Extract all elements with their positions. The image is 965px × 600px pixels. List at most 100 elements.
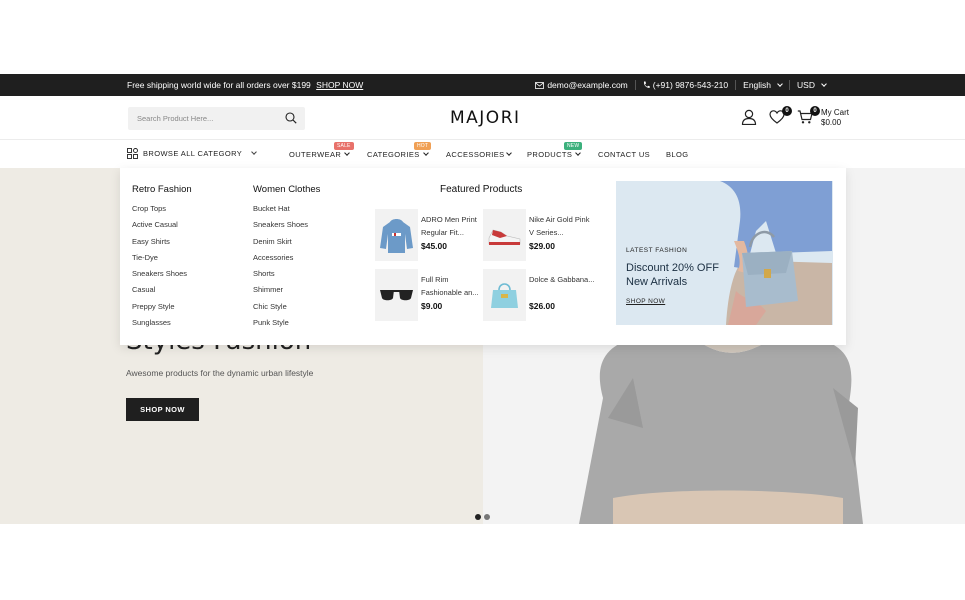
menu-link[interactable]: Denim Skirt xyxy=(253,237,320,253)
browse-category-button[interactable]: BROWSE ALL CATEGORY xyxy=(127,148,257,159)
menu-link[interactable]: Tie-Dye xyxy=(132,253,192,269)
nav-label: CONTACT US xyxy=(598,150,651,159)
shipping-text: Free shipping world wide for all orders … xyxy=(127,80,311,90)
chevron-down-icon xyxy=(505,150,512,156)
grid-icon xyxy=(127,148,138,159)
currency-selector[interactable]: USD xyxy=(789,80,833,90)
menu-link[interactable]: Sneakers Shoes xyxy=(253,220,320,236)
nav-label: CATEGORIES xyxy=(367,150,420,159)
shipping-notice: Free shipping world wide for all orders … xyxy=(127,80,363,90)
nav-blog[interactable]: BLOG xyxy=(666,150,688,159)
product-price: $29.00 xyxy=(529,241,555,251)
main-nav: BROWSE ALL CATEGORY OUTERWEAR SALE CATEG… xyxy=(0,141,965,168)
slider-dot[interactable] xyxy=(484,514,490,520)
phone-text: (+91) 9876-543-210 xyxy=(652,80,729,90)
column-heading: Retro Fashion xyxy=(132,184,192,195)
menu-link[interactable]: Bucket Hat xyxy=(253,204,320,220)
header-actions: 0 0 My Cart $0.00 xyxy=(741,106,849,128)
menu-link[interactable]: Preppy Style xyxy=(132,302,192,318)
search-icon[interactable] xyxy=(285,112,297,124)
account-button[interactable] xyxy=(741,109,759,127)
hot-badge: HOT xyxy=(414,142,432,150)
search-input[interactable] xyxy=(128,107,278,130)
phone-icon xyxy=(643,81,650,88)
mega-menu-dropdown: Retro Fashion Crop Tops Active Casual Ea… xyxy=(120,168,846,345)
cart-summary[interactable]: My Cart $0.00 xyxy=(821,108,849,128)
menu-link[interactable]: Sneakers Shoes xyxy=(132,269,192,285)
menu-link[interactable]: Shorts xyxy=(253,269,320,285)
nav-label: PRODUCTS xyxy=(527,150,573,159)
cart-button[interactable]: 0 xyxy=(797,106,820,127)
column-heading: Women Clothes xyxy=(253,184,321,195)
language-selector[interactable]: English xyxy=(735,80,789,90)
wishlist-button[interactable]: 0 xyxy=(769,106,792,127)
product-thumbnail[interactable] xyxy=(483,209,526,261)
featured-product-card[interactable]: Full Rim Fashionable an... $9.00 xyxy=(375,269,485,321)
product-thumbnail[interactable] xyxy=(375,269,418,321)
featured-product-card[interactable]: Nike Air Gold Pink V Series... $29.00 xyxy=(483,209,593,261)
menu-link[interactable]: Active Casual xyxy=(132,220,192,236)
menu-column-retro-fashion: Retro Fashion Crop Tops Active Casual Ea… xyxy=(132,184,192,334)
menu-link[interactable]: Casual xyxy=(132,285,192,301)
product-thumbnail[interactable] xyxy=(375,209,418,261)
nav-accessories[interactable]: ACCESSORIES xyxy=(446,150,512,159)
announcement-bar: Free shipping world wide for all orders … xyxy=(0,74,965,96)
menu-link[interactable]: Shimmer xyxy=(253,285,320,301)
cart-count-badge: 0 xyxy=(810,106,820,116)
chevron-down-icon xyxy=(422,150,429,156)
slider-dot[interactable] xyxy=(475,514,481,520)
email-text: demo@example.com xyxy=(547,80,628,90)
currency-value: USD xyxy=(797,80,815,90)
featured-products-heading: Featured Products xyxy=(440,184,523,195)
email-contact[interactable]: demo@example.com xyxy=(528,80,634,90)
browse-label: BROWSE ALL CATEGORY xyxy=(143,149,243,158)
phone-contact[interactable]: (+91) 9876-543-210 xyxy=(634,80,735,90)
nav-categories[interactable]: CATEGORIES HOT xyxy=(367,142,432,159)
product-name[interactable]: Nike Air Gold Pink V Series... xyxy=(529,214,595,239)
hoodie-icon xyxy=(380,219,413,253)
menu-link[interactable]: Sunglasses xyxy=(132,318,192,334)
product-price: $9.00 xyxy=(421,301,443,311)
sale-badge: SALE xyxy=(334,142,354,150)
menu-column-women-clothes: Women Clothes Bucket Hat Sneakers Shoes … xyxy=(253,184,320,334)
nav-label: BLOG xyxy=(666,150,689,159)
nav-label: OUTERWEAR xyxy=(289,150,342,159)
promo-headline: Discount 20% OFF New Arrivals xyxy=(626,262,719,288)
sneaker-icon xyxy=(488,229,521,245)
promo-banner[interactable]: LATEST FASHION Discount 20% OFF New Arri… xyxy=(616,181,833,325)
featured-product-card[interactable]: ADRO Men Print Regular Fit... $45.00 xyxy=(375,209,485,261)
shipping-shop-now-link[interactable]: SHOP NOW xyxy=(316,80,363,90)
menu-link[interactable]: Punk Style xyxy=(253,318,320,334)
chevron-down-icon xyxy=(251,149,257,155)
nav-outerwear[interactable]: OUTERWEAR SALE xyxy=(289,142,354,159)
new-badge: NEW xyxy=(564,142,583,150)
product-price: $45.00 xyxy=(421,241,447,251)
menu-link[interactable]: Crop Tops xyxy=(132,204,192,220)
language-value: English xyxy=(743,80,772,90)
menu-link[interactable]: Accessories xyxy=(253,253,320,269)
promo-shop-now-link[interactable]: SHOP NOW xyxy=(626,298,665,305)
product-name[interactable]: Full Rim Fashionable an... xyxy=(421,274,487,299)
nav-products[interactable]: PRODUCTS NEW xyxy=(527,142,583,159)
chevron-down-icon xyxy=(575,150,582,156)
nav-label: ACCESSORIES xyxy=(446,150,505,159)
cart-label: My Cart xyxy=(821,108,849,117)
mail-icon xyxy=(535,81,545,89)
cart-total: $0.00 xyxy=(821,118,842,127)
featured-product-card[interactable]: Dolce & Gabbana... $26.00 xyxy=(483,269,595,321)
chevron-down-icon xyxy=(821,80,827,87)
chevron-down-icon xyxy=(344,150,351,156)
user-icon xyxy=(741,109,757,126)
chevron-down-icon xyxy=(777,80,783,87)
product-name[interactable]: Dolce & Gabbana... xyxy=(529,274,595,287)
site-header: MAJORI 0 0 My Cart $0.00 xyxy=(0,96,965,140)
menu-link[interactable]: Chic Style xyxy=(253,302,320,318)
topbar-right: demo@example.com (+91) 9876-543-210 Engl… xyxy=(528,80,833,90)
search-box xyxy=(128,107,305,130)
product-name[interactable]: ADRO Men Print Regular Fit... xyxy=(421,214,487,239)
product-thumbnail[interactable] xyxy=(483,269,526,321)
nav-contact-us[interactable]: CONTACT US xyxy=(598,150,650,159)
hero-shop-now-button[interactable]: SHOP NOW xyxy=(126,398,199,421)
menu-link[interactable]: Easy Shirts xyxy=(132,237,192,253)
site-logo[interactable]: MAJORI xyxy=(450,108,521,128)
